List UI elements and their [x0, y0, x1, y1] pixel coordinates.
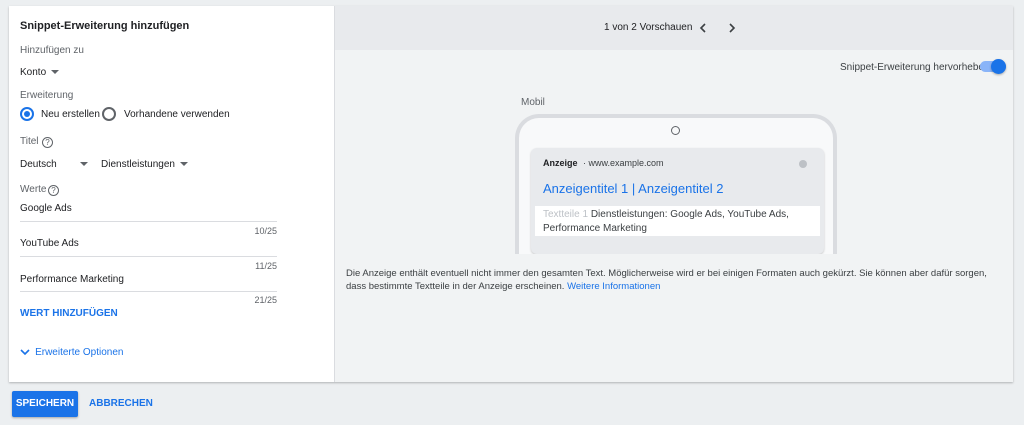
- advanced-options-toggle[interactable]: Erweiterte Optionen: [20, 346, 123, 358]
- ad-preview-card: Anzeige · www.example.com Anzeigentitel …: [531, 148, 824, 254]
- highlight-toggle[interactable]: [978, 58, 1008, 76]
- chevron-down-icon: [51, 70, 60, 75]
- title-label: Titel: [20, 136, 39, 147]
- add-value-button[interactable]: WERT HINZUFÜGEN: [20, 308, 118, 319]
- input-underline: [20, 221, 277, 222]
- char-counter: 10/25: [254, 226, 277, 236]
- language-value: Deutsch: [20, 159, 57, 170]
- pager-text: 1 von 2 Vorschauen: [604, 22, 693, 33]
- cancel-button[interactable]: ABBRECHEN: [89, 398, 153, 409]
- ad-desc-placeholder: Textteile 1: [543, 209, 589, 220]
- chevron-right-icon[interactable]: [728, 23, 736, 33]
- ad-url: · www.example.com: [583, 158, 664, 168]
- highlight-label: Snippet-Erweiterung hervorheben: [840, 62, 990, 73]
- char-counter: 21/25: [254, 295, 277, 305]
- help-icon[interactable]: ?: [42, 137, 53, 148]
- header-type-dropdown[interactable]: Dienstleistungen: [101, 158, 188, 170]
- language-dropdown[interactable]: Deutsch: [20, 158, 88, 170]
- disclaimer: Die Anzeige enthält eventuell nicht imme…: [346, 268, 987, 292]
- chevron-down-icon: [20, 349, 30, 356]
- value-input-2[interactable]: YouTube Ads: [20, 238, 79, 249]
- mobile-phone-frame: Anzeige · www.example.com Anzeigentitel …: [515, 114, 837, 254]
- radio-new-label: Neu erstellen: [41, 109, 100, 120]
- value-input-1[interactable]: Google Ads: [20, 203, 72, 214]
- extension-label: Erweiterung: [20, 90, 74, 101]
- chevron-down-icon: [179, 162, 188, 167]
- add-to-value: Konto: [20, 67, 47, 78]
- device-label: Mobil: [521, 97, 545, 108]
- char-counter: 11/25: [255, 261, 277, 271]
- form-panel: Snippet-Erweiterung hinzufügen Hinzufüge…: [9, 6, 335, 382]
- save-button[interactable]: SPEICHERN: [12, 391, 78, 417]
- radio-new[interactable]: [20, 107, 34, 121]
- phone-camera-icon: [671, 126, 680, 135]
- snippet-extension-dialog: Snippet-Erweiterung hinzufügen Hinzufüge…: [9, 6, 1013, 382]
- ad-description: Textteile 1 Dienstleistungen: Google Ads…: [535, 206, 820, 236]
- add-to-label: Hinzufügen zu: [20, 45, 84, 56]
- radio-existing-label: Vorhandene verwenden: [124, 109, 230, 120]
- ad-headline: Anzeigentitel 1 | Anzeigentitel 2: [543, 181, 724, 196]
- chevron-down-icon: [79, 162, 88, 167]
- ad-header: Anzeige · www.example.com: [543, 158, 664, 168]
- page-title: Snippet-Erweiterung hinzufügen: [20, 20, 190, 32]
- disclaimer-text: Die Anzeige enthält eventuell nicht imme…: [346, 267, 1006, 293]
- add-to-dropdown[interactable]: Konto: [20, 66, 60, 78]
- toggle-knob: [991, 59, 1006, 74]
- value-input-3[interactable]: Performance Marketing: [20, 274, 124, 285]
- input-underline: [20, 256, 277, 257]
- info-icon: [799, 160, 807, 168]
- advanced-options-label: Erweiterte Optionen: [35, 347, 124, 358]
- values-label: Werte: [20, 184, 47, 195]
- learn-more-link[interactable]: Weitere Informationen: [567, 281, 660, 292]
- ad-badge: Anzeige: [543, 158, 578, 168]
- preview-panel: 1 von 2 Vorschauen Snippet-Erweiterung h…: [335, 6, 1013, 382]
- chevron-left-icon[interactable]: [699, 23, 707, 33]
- header-type-value: Dienstleistungen: [101, 159, 175, 170]
- preview-pager-bar: 1 von 2 Vorschauen: [335, 6, 1013, 50]
- radio-existing[interactable]: [102, 107, 116, 121]
- input-underline: [20, 291, 277, 292]
- help-icon[interactable]: ?: [48, 185, 59, 196]
